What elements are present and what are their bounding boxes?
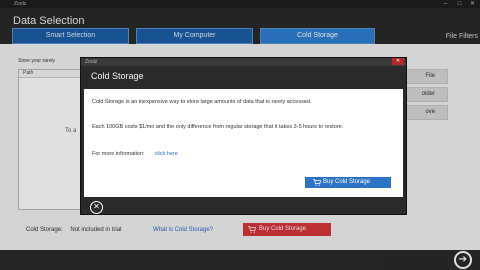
cart-icon	[313, 179, 321, 186]
dialog-app-name: Zoolz	[85, 59, 98, 65]
click-here-link[interactable]: click here	[155, 151, 178, 157]
dialog-buy-label: Buy Cold Storage	[323, 179, 371, 185]
dialog-paragraph-1: Cold Storage is an inexpensive way to st…	[92, 99, 312, 105]
more-info-row: For more information: click here	[92, 151, 392, 158]
dialog-close-button[interactable]: ✕	[392, 58, 404, 65]
dialog-title: Cold Storage	[91, 71, 144, 81]
dialog-paragraph-2: Each 100GB costs $1/mo and the only diff…	[92, 124, 344, 130]
cold-storage-dialog: Zoolz ✕ Cold Storage Cold Storage is an …	[80, 57, 407, 215]
dialog-title-bar: Zoolz ✕	[81, 58, 406, 66]
dialog-panel: Cold Storage is an inexpensive way to st…	[84, 89, 403, 197]
close-circle-icon[interactable]: ✕	[90, 201, 103, 214]
dialog-buy-cold-storage-button[interactable]: Buy Cold Storage	[305, 177, 391, 188]
more-info-label: For more information:	[92, 151, 145, 157]
